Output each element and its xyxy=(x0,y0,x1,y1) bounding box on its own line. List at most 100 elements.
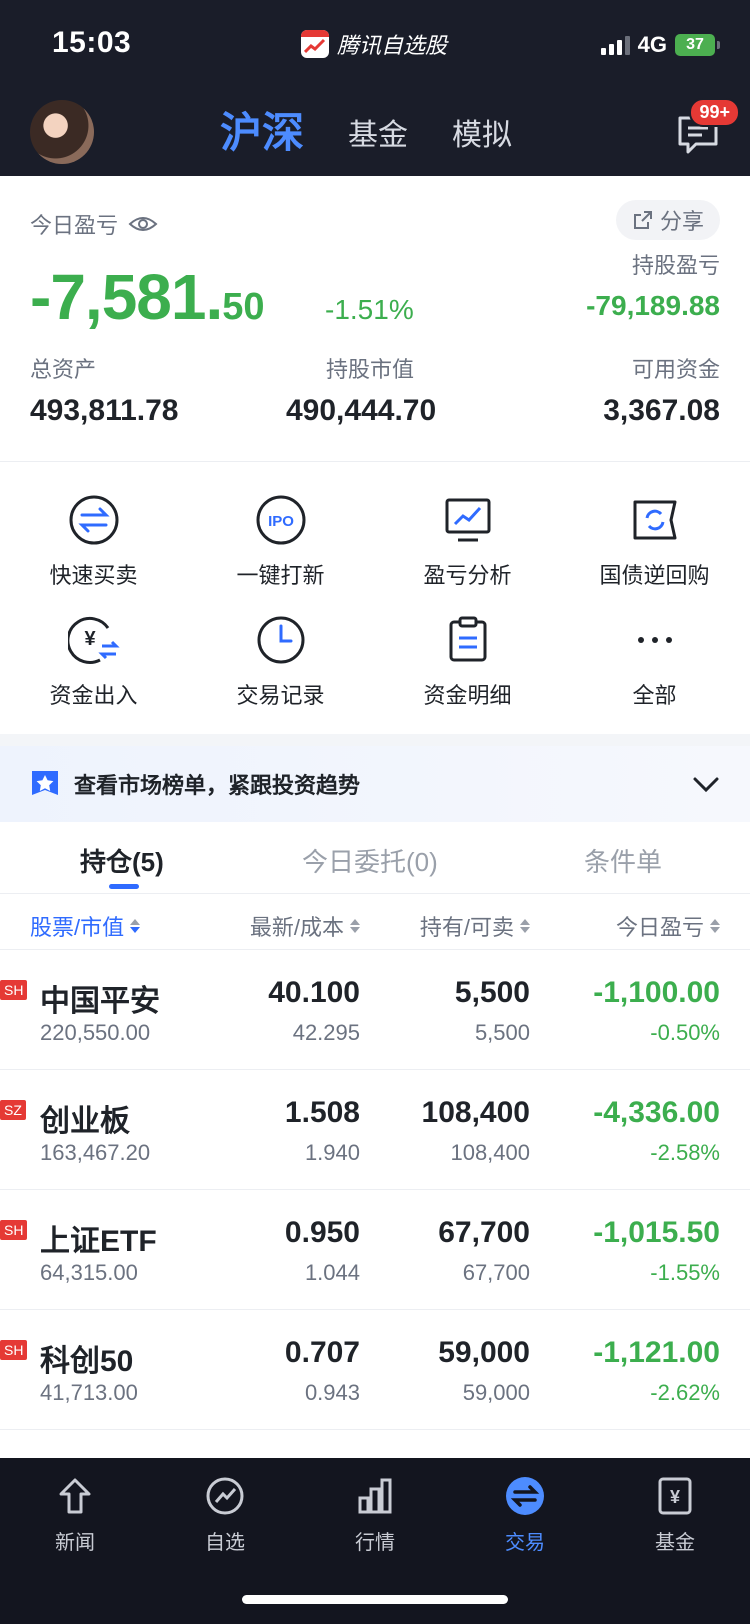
stock-market-value: 220,550.00 xyxy=(40,1020,151,1045)
nav-market[interactable]: 行情 xyxy=(300,1474,450,1555)
swap-arrows-icon xyxy=(69,495,118,545)
action-quick-trade[interactable]: 快速买卖 xyxy=(0,476,187,596)
tab-fund[interactable]: 基金 xyxy=(348,110,408,154)
nav-fund[interactable]: ¥ 基金 xyxy=(600,1474,750,1555)
row-pnl: -1,121.00 xyxy=(593,1336,720,1369)
ipo-icon: IPO xyxy=(256,495,305,545)
nav-label: 交易 xyxy=(505,1532,545,1554)
holding-qty: 108,400 xyxy=(421,1096,530,1129)
svg-text:IPO: IPO xyxy=(268,513,294,530)
latest-price: 40.100 xyxy=(268,976,360,1009)
news-icon xyxy=(59,1478,91,1514)
sellable-qty: 5,500 xyxy=(474,1020,530,1045)
header-label: 最新/成本 xyxy=(249,915,344,940)
row-pnl-pct: -2.58% xyxy=(650,1140,720,1165)
available-cash-value: 3,367.08 xyxy=(603,394,720,427)
action-trade-records[interactable]: 交易记录 xyxy=(187,596,374,716)
today-pnl-label-text: 今日盈亏 xyxy=(30,213,119,238)
holding-qty: 5,500 xyxy=(454,976,530,1009)
action-pnl-analysis[interactable]: 盈亏分析 xyxy=(374,476,561,596)
watchlist-icon xyxy=(206,1477,244,1515)
row-pnl-pct: -1.55% xyxy=(650,1260,720,1285)
status-bar: 15:03 腾讯自选股 4G 37 xyxy=(0,0,750,92)
header-holding-sellable[interactable]: 持有/可卖 xyxy=(420,910,530,942)
share-icon xyxy=(633,211,652,229)
share-button[interactable]: 分享 xyxy=(615,200,720,240)
market-badge: SH xyxy=(0,1220,28,1240)
tab-simulation[interactable]: 模拟 xyxy=(452,110,512,154)
market-value-value: 490,444.70 xyxy=(286,394,437,427)
row-pnl: -4,336.00 xyxy=(593,1096,720,1129)
header-label: 股票/市值 xyxy=(30,915,125,940)
action-label: 国债逆回购 xyxy=(599,563,710,588)
stock-market-value: 41,713.00 xyxy=(40,1380,138,1405)
section-gap xyxy=(0,734,750,746)
table-row[interactable]: SH 科创50 41,713.00 0.707 0.943 59,000 59,… xyxy=(0,1310,750,1430)
action-reverse-repo[interactable]: 国债逆回购 xyxy=(561,476,748,596)
status-indicators: 4G 37 xyxy=(600,32,720,58)
holding-qty: 59,000 xyxy=(438,1336,530,1369)
star-badge-icon xyxy=(32,771,58,795)
action-ipo[interactable]: IPO 一键打新 xyxy=(187,476,374,596)
header-stock-value[interactable]: 股票/市值 xyxy=(30,910,141,942)
fund-icon: ¥ xyxy=(658,1477,692,1515)
avatar[interactable] xyxy=(30,100,94,164)
total-assets-label: 总资产 xyxy=(30,357,97,382)
table-row[interactable]: SH 上证ETF 64,315.00 0.950 1.044 67,700 67… xyxy=(0,1190,750,1310)
total-assets-value: 493,811.78 xyxy=(30,394,179,427)
tab-hushen[interactable]: 沪深 xyxy=(220,112,304,154)
holding-qty: 67,700 xyxy=(438,1216,530,1249)
row-pnl: -1,100.00 xyxy=(593,976,720,1009)
svg-text:¥: ¥ xyxy=(670,1487,680,1507)
cost-price: 1.044 xyxy=(304,1260,360,1285)
market-ranking-banner[interactable]: 查看市场榜单，紧跟投资趋势 xyxy=(0,746,750,822)
nav-trade[interactable]: 交易 xyxy=(450,1474,600,1555)
header-label: 持有/可卖 xyxy=(419,915,514,940)
clock-icon xyxy=(257,616,304,664)
stock-name: 中国平安 xyxy=(40,985,160,1018)
sellable-qty: 59,000 xyxy=(462,1380,530,1405)
more-dots-icon xyxy=(637,637,672,643)
sort-icon xyxy=(350,919,360,933)
stock-name: 创业板 xyxy=(40,1105,130,1138)
action-label: 一键打新 xyxy=(236,563,325,588)
cost-price: 0.943 xyxy=(304,1380,360,1405)
market-badge: SH xyxy=(0,1340,28,1360)
available-cash-label: 可用资金 xyxy=(631,357,720,382)
yuan-transfer-icon: ¥ xyxy=(67,617,120,664)
table-row[interactable]: SZ 创业板 163,467.20 1.508 1.940 108,400 10… xyxy=(0,1070,750,1190)
table-row[interactable]: SH 中国平安 220,550.00 40.100 42.295 5,500 5… xyxy=(0,950,750,1070)
eye-icon[interactable] xyxy=(128,214,158,234)
tab-today-orders[interactable]: 今日委托(0) xyxy=(302,842,438,879)
header-today-pnl[interactable]: 今日盈亏 xyxy=(616,910,720,942)
app-logo-icon xyxy=(301,30,329,58)
divider xyxy=(0,461,750,462)
nav-label: 行情 xyxy=(355,1532,395,1554)
sellable-qty: 67,700 xyxy=(462,1260,530,1285)
status-app-name: 腾讯自选股 xyxy=(337,33,448,58)
header-latest-cost[interactable]: 最新/成本 xyxy=(250,910,360,942)
header-label: 今日盈亏 xyxy=(615,915,704,940)
action-all[interactable]: 全部 xyxy=(561,596,748,716)
share-label: 分享 xyxy=(659,209,704,234)
network-type: 4G xyxy=(637,32,667,57)
nav-news[interactable]: 新闻 xyxy=(0,1474,150,1555)
home-indicator[interactable] xyxy=(242,1595,508,1604)
nav-watchlist[interactable]: 自选 xyxy=(150,1474,300,1555)
top-nav: 沪深 基金 模拟 99+ xyxy=(0,92,750,176)
today-pnl-value: -7,581. 50 xyxy=(30,260,265,334)
sort-icon xyxy=(130,919,141,933)
latest-price: 0.707 xyxy=(284,1336,360,1369)
latest-price: 0.950 xyxy=(284,1216,360,1249)
nav-label: 新闻 xyxy=(55,1532,95,1554)
action-funds-transfer[interactable]: ¥ 资金出入 xyxy=(0,596,187,716)
cost-price: 1.940 xyxy=(304,1140,360,1165)
tab-conditional-orders[interactable]: 条件单 xyxy=(584,842,662,879)
market-badge: SZ xyxy=(0,1100,26,1120)
tab-holdings[interactable]: 持仓(5) xyxy=(80,842,164,879)
action-label: 盈亏分析 xyxy=(423,563,512,588)
nav-label: 基金 xyxy=(655,1532,695,1554)
chevron-down-icon[interactable] xyxy=(692,770,720,798)
action-label: 资金出入 xyxy=(49,683,138,708)
action-funds-details[interactable]: 资金明细 xyxy=(374,596,561,716)
